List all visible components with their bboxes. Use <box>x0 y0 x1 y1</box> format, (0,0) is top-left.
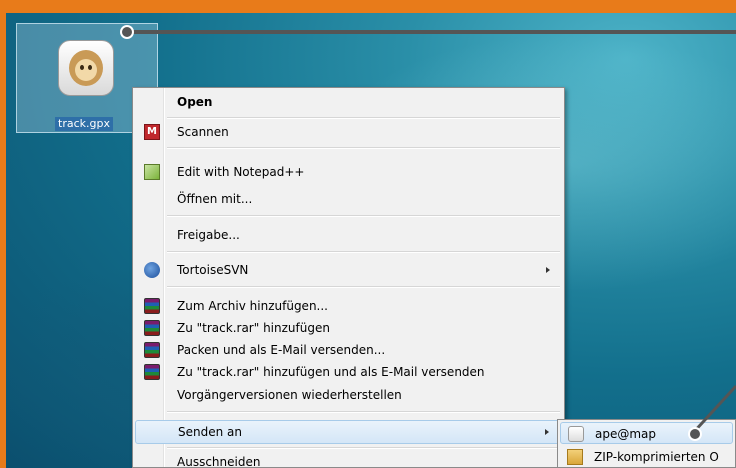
winrar-icon <box>144 298 160 314</box>
callout-dot-bottom <box>688 427 702 441</box>
menu-item-pack-email[interactable]: Packen und als E-Mail versenden... <box>135 339 562 361</box>
menu-separator <box>167 411 560 413</box>
menu-item-scannen[interactable]: M Scannen <box>135 121 562 143</box>
monkey-app-icon <box>568 426 584 442</box>
menu-separator <box>167 286 560 288</box>
menu-item-add-track-rar-email[interactable]: Zu "track.rar" hinzufügen und als E-Mail… <box>135 361 562 383</box>
submenu-arrow-icon <box>546 267 550 273</box>
winrar-icon <box>144 320 160 336</box>
malware-scanner-icon: M <box>144 124 160 140</box>
menu-separator <box>167 147 560 149</box>
menu-item-previous-versions[interactable]: Vorgängerversionen wiederherstellen <box>135 384 562 406</box>
menu-item-add-track-rar[interactable]: Zu "track.rar" hinzufügen <box>135 317 562 339</box>
menu-separator <box>167 117 560 119</box>
winrar-icon <box>144 364 160 380</box>
menu-separator <box>167 251 560 253</box>
menu-item-add-archive[interactable]: Zum Archiv hinzufügen... <box>135 295 562 317</box>
winrar-icon <box>144 342 160 358</box>
monkey-app-icon <box>58 40 114 96</box>
menu-item-freigabe[interactable]: Freigabe... <box>135 224 562 246</box>
file-name-label: track.gpx <box>55 117 113 131</box>
context-menu: Open M Scannen Edit with Notepad++ Öffne… <box>132 87 565 468</box>
callout-dot-top <box>120 25 134 39</box>
submenu-arrow-icon <box>545 429 549 435</box>
menu-item-open-with[interactable]: Öffnen mit... <box>135 188 562 210</box>
menu-item-notepadpp[interactable]: Edit with Notepad++ <box>135 161 562 183</box>
send-to-zip[interactable]: ZIP-komprimierten O <box>560 446 735 467</box>
zip-folder-icon <box>567 449 583 465</box>
menu-item-tortoisesvn[interactable]: TortoiseSVN <box>135 259 562 281</box>
notepad-plus-icon <box>144 164 160 180</box>
menu-separator <box>167 215 560 217</box>
monkey-head <box>69 50 103 86</box>
callout-line-top <box>126 30 736 34</box>
menu-item-open[interactable]: Open <box>135 91 562 113</box>
menu-item-send-to[interactable]: Senden an <box>135 420 562 444</box>
menu-item-cut[interactable]: Ausschneiden <box>135 451 562 467</box>
menu-separator <box>167 447 560 449</box>
tortoise-icon <box>144 262 160 278</box>
